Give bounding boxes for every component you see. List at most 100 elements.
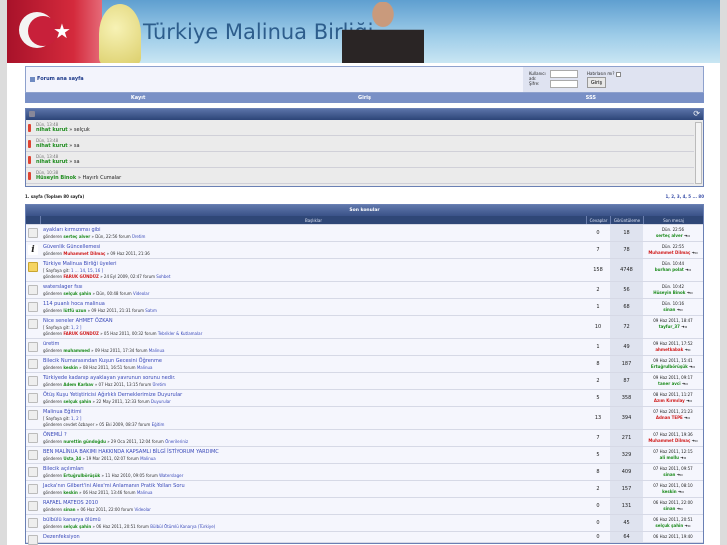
shout-user[interactable]: nihat kurut: [36, 143, 68, 149]
goto-last-post-icon[interactable]: ➜▫: [678, 489, 684, 494]
last-post-user[interactable]: ahmetkabak: [655, 347, 683, 352]
page-links[interactable]: 1, 2 ]: [71, 325, 81, 330]
password-input[interactable]: [550, 80, 578, 88]
goto-last-post-icon[interactable]: ➜▫: [687, 290, 693, 295]
topic-author[interactable]: Ertuğrulbörüşük: [63, 473, 100, 478]
topic-author[interactable]: keskin: [63, 365, 78, 370]
last-post-user[interactable]: serteç alver: [656, 233, 683, 238]
topic-forum[interactable]: Videolar: [133, 291, 149, 296]
topic-title[interactable]: BEN MALİNUA BAKIMI HAKKINDA KAPSAMLI BİL…: [43, 449, 583, 455]
topic-author[interactable]: sinan: [63, 507, 75, 512]
topic-title[interactable]: ÖNEMLİ ?: [43, 432, 583, 438]
topic-author[interactable]: selçuk şahin: [63, 524, 91, 529]
topic-forum[interactable]: Bülbül Ötümlü Kanarya (Türkiye): [150, 524, 215, 529]
topic-title[interactable]: 114 puanlı hoca malinua: [43, 301, 583, 307]
topic-forum[interactable]: Üretim: [132, 234, 146, 239]
refresh-icon[interactable]: ⟳: [693, 110, 700, 118]
last-post-user[interactable]: Adnan TEPE: [656, 415, 683, 420]
last-post-user[interactable]: ali mollu: [660, 455, 679, 460]
topic-forum[interactable]: Videolar: [134, 507, 150, 512]
topic-title[interactable]: Güvenlik Güncellemesi: [43, 244, 583, 250]
topic-author[interactable]: Usta_34: [63, 456, 81, 461]
topic-forum[interactable]: Malinua: [137, 365, 153, 370]
nav-register[interactable]: Kayıt: [25, 95, 251, 101]
topic-author[interactable]: nurettin gündoğdu: [63, 439, 106, 444]
topic-author[interactable]: cevdet özbayer: [63, 422, 94, 427]
topic-forum[interactable]: Üretim: [153, 382, 167, 387]
topic-forum[interactable]: Eğitim: [152, 422, 165, 427]
topic-title[interactable]: üretim: [43, 341, 583, 347]
topic-forum[interactable]: Malinua: [149, 348, 165, 353]
last-post-user[interactable]: sinan: [663, 506, 675, 511]
topic-forum[interactable]: Malinua: [137, 490, 153, 495]
topic-author[interactable]: Adem Karbav: [63, 382, 93, 387]
topic-forum[interactable]: Önerileriniz: [165, 439, 188, 444]
topic-title[interactable]: Bilecik Numarasından Kuşun Gecesini Öğre…: [43, 358, 583, 364]
page-links[interactable]: 1, 2, 3, 4, 5 ... 80: [666, 194, 704, 200]
last-post-user[interactable]: burhan polat: [655, 267, 684, 272]
goto-last-post-icon[interactable]: ➜▫: [685, 523, 691, 528]
topic-title[interactable]: Ötüş Kuşu Yetiştiricisi Ağırlıklı Dernek…: [43, 392, 583, 398]
goto-last-post-icon[interactable]: ➜▫: [680, 455, 686, 460]
goto-last-post-icon[interactable]: ➜▫: [682, 381, 688, 386]
topic-title[interactable]: Jacka'nın Gilbert'ini Alex'mi Anlamanın …: [43, 483, 583, 489]
topic-forum[interactable]: Malinua: [140, 456, 156, 461]
topic-title[interactable]: Nice seneler AHMET ÖZKAN: [43, 318, 583, 324]
topic-author[interactable]: selçuk şahin: [63, 399, 91, 404]
topic-author[interactable]: Muhammet Dilmaç: [63, 251, 105, 256]
goto-last-post-icon[interactable]: ➜▫: [677, 506, 683, 511]
goto-last-post-icon[interactable]: ➜▫: [689, 364, 695, 369]
goto-last-post-icon[interactable]: ➜▫: [681, 324, 687, 329]
topic-title[interactable]: ayakları kırmızımsı gibi: [43, 227, 583, 233]
topic-title[interactable]: Türkiyede kadanıp ayaklayan yavrunun sor…: [43, 375, 583, 381]
topic-author[interactable]: muhammed: [63, 348, 89, 353]
nav-login[interactable]: Giriş: [251, 95, 477, 101]
last-post-user[interactable]: Hüseyin Binok: [653, 290, 685, 295]
topic-forum[interactable]: Sohbet: [156, 274, 170, 279]
goto-last-post-icon[interactable]: ➜▫: [685, 347, 691, 352]
last-post-user[interactable]: sinan: [663, 307, 675, 312]
topic-author[interactable]: serteç alver: [63, 234, 90, 239]
topic-author[interactable]: lütfü uzun: [63, 308, 86, 313]
shout-user[interactable]: nihat kurut: [36, 127, 68, 133]
goto-last-post-icon[interactable]: ➜▫: [685, 267, 691, 272]
topic-forum[interactable]: Duyurular: [151, 399, 171, 404]
last-post-user[interactable]: taner avci: [658, 381, 681, 386]
topic-author[interactable]: selçuk şahin: [63, 291, 91, 296]
last-post-user[interactable]: Azım Kırmılay: [654, 398, 685, 403]
goto-last-post-icon[interactable]: ➜▫: [684, 233, 690, 238]
topic-forum[interactable]: Waterslager: [159, 473, 183, 478]
last-post-user[interactable]: Muhammet Dilmaç: [648, 438, 690, 443]
forum-home-link[interactable]: Forum ana sayfa: [30, 76, 84, 82]
topic-author[interactable]: FARUK GÜNDÜZ: [63, 274, 99, 279]
topic-forum[interactable]: Satım: [145, 308, 157, 313]
nav-faq[interactable]: SSS: [478, 95, 704, 101]
shout-user[interactable]: nihat kurut: [36, 159, 68, 165]
login-button[interactable]: Giriş: [587, 77, 606, 88]
last-post-user[interactable]: keskin: [662, 489, 677, 494]
goto-last-post-icon[interactable]: ➜▫: [684, 415, 690, 420]
topic-title[interactable]: RAFAEL MATEOS 2010: [43, 500, 583, 506]
last-post-user[interactable]: selçuk şahin: [655, 523, 683, 528]
topic-forum[interactable]: Tebrikler & Kutlamalar: [158, 331, 202, 336]
topic-title[interactable]: Malinua Eğitimi: [43, 409, 583, 415]
remember-checkbox[interactable]: [615, 71, 621, 77]
shout-user[interactable]: Hüseyin Binok: [36, 175, 76, 181]
topic-title[interactable]: waterslager fssı: [43, 284, 583, 290]
topic-title[interactable]: Türkiye Malinua Birliği üyeleri: [43, 261, 583, 267]
topic-title[interactable]: bülbülü kanarya ölümü: [43, 517, 583, 523]
topic-author[interactable]: keskin: [63, 490, 78, 495]
goto-last-post-icon[interactable]: ➜▫: [686, 398, 692, 403]
last-post-user[interactable]: Ertuğrulbörüşük: [651, 364, 688, 369]
last-post-user[interactable]: tayfur_37: [659, 324, 680, 329]
goto-last-post-icon[interactable]: ➜▫: [692, 438, 698, 443]
shoutbox-scrollbar[interactable]: [695, 122, 702, 184]
username-input[interactable]: [550, 70, 578, 78]
last-post-user[interactable]: Muhammet Dilmaç: [648, 250, 690, 255]
goto-last-post-icon[interactable]: ➜▫: [692, 250, 698, 255]
topic-title[interactable]: Bilecik açılımları: [43, 466, 583, 472]
goto-last-post-icon[interactable]: ➜▫: [677, 472, 683, 477]
topic-author[interactable]: FARUK GÜNDÜZ: [63, 331, 99, 336]
goto-last-post-icon[interactable]: ➜▫: [677, 307, 683, 312]
topic-title[interactable]: Dezenfeksiyon: [43, 534, 583, 540]
